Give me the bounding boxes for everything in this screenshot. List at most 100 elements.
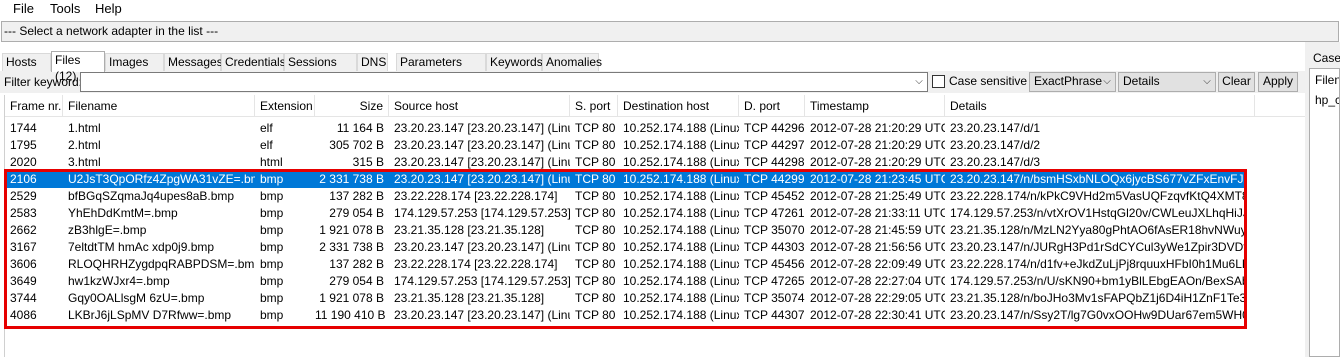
cell-source-host: 23.20.23.147 [23.20.23.147] (Linux) [394,121,570,135]
table-row[interactable]: 2662 zB3hlgE=.bmp bmp 1 921 078 B 23.21.35.1… [5,222,1245,239]
cell-timestamp: 2012-07-28 22:27:04 UTC [810,274,945,288]
case-panel: Case Filena hp_cl [1305,42,1340,357]
tab-keywords[interactable]: Keywords [486,53,543,72]
chevron-down-icon[interactable]: ⌵ [913,75,925,89]
table-row[interactable]: 3167 7eltdtTM hmAc xdp0j9.bmp bmp 2 331 738… [5,239,1245,256]
network-adapter-select[interactable]: --- Select a network adapter in the list… [1,21,1339,42]
menu-bar: File Tools Help [0,0,1340,20]
tab-parameters[interactable]: Parameters (123) [396,53,486,85]
cell-destination-port: TCP 45452 [744,189,805,203]
tab-files[interactable]: Files (12) [51,51,105,83]
chevron-down-icon: ⌵ [1203,76,1211,87]
cell-details: 23.20.23.147/d/3 [950,155,1041,169]
cell-extension: bmp [260,240,284,254]
cell-frame-nr: 3649 [10,274,37,288]
cell-filename: YhEhDdKmtM=.bmp [68,206,178,220]
cell-extension: bmp [260,291,284,305]
cell-extension: bmp [260,257,284,271]
cell-destination-port: TCP 44299 [744,172,805,186]
table-row[interactable]: 2583 YhEhDdKmtM=.bmp bmp 279 054 B 174.129.5… [5,205,1245,222]
table-row[interactable]: 2106 U2JsT3QpORfz4ZpgWA31vZE=.bmp bmp 2 331… [5,171,1245,188]
column-header-source-port[interactable]: S. port [570,95,618,117]
cell-frame-nr: 3167 [10,240,37,254]
cell-size: 11 164 B [336,121,384,135]
case-panel-title: Case [1313,51,1340,65]
case-list-item[interactable]: hp_cl [1315,93,1339,107]
cell-frame-nr: 1744 [10,121,37,135]
cell-details: 174.129.57.253/n/vtXrOV1HstqGl20v/CWLeuJ… [950,206,1245,220]
cell-source-port: TCP 80 [575,206,616,220]
tab-messages[interactable]: Messages [164,53,223,72]
field-select-value: Details [1123,74,1160,88]
column-header-filename[interactable]: Filename [63,95,255,117]
column-header-extension[interactable]: Extension [255,95,315,117]
table-header: Frame nr. Filename Extension Size Source hos… [5,95,1306,117]
case-sensitive-label: Case sensitive [949,74,1028,88]
table-row[interactable]: 1795 2.html elf 305 702 B 23.20.23.147 [23.2… [5,137,1245,154]
case-sensitive-checkbox[interactable] [932,75,945,88]
filter-toolbar: Filter keyword: ⌵ Case sensitive ExactPh… [0,71,1305,93]
chevron-down-icon: ⌵ [1103,76,1111,87]
cell-destination-port: TCP 44297 [744,138,805,152]
cell-details: 23.20.23.147/d/2 [950,138,1041,152]
table-row[interactable]: 2529 bfBGqSZqmaJq4upes8aB.bmp bmp 137 282 B… [5,188,1245,205]
menu-file[interactable]: File [6,0,41,20]
tab-credentials[interactable]: Credentials [221,53,286,72]
cell-destination-port: TCP 35070 [744,223,805,237]
cell-filename: Gqy0OALlsgM 6zU=.bmp [68,291,205,305]
field-select[interactable]: Details ⌵ [1118,72,1216,92]
cell-source-port: TCP 80 [575,308,616,322]
cell-extension: bmp [260,308,284,322]
cell-source-port: TCP 80 [575,257,616,271]
cell-size: 137 282 B [329,189,384,203]
column-header-timestamp[interactable]: Timestamp [805,95,945,117]
column-header-destination-port[interactable]: D. port [739,95,805,117]
column-header-details[interactable]: Details [945,95,1255,117]
cell-details: 23.22.228.174/n/d1fv+eJkdZuLjPj8rquuxHFb… [950,257,1245,271]
cell-filename: bfBGqSZqmaJq4upes8aB.bmp [68,189,235,203]
tab-hosts[interactable]: Hosts (5) [2,53,51,85]
cell-size: 305 702 B [329,138,384,152]
cell-frame-nr: 4086 [10,308,37,322]
cell-size: 11 190 410 B [315,308,386,322]
column-header-destination-host[interactable]: Destination host [618,95,739,117]
table-row[interactable]: 3649 hw1kzWJxr4=.bmp bmp 279 054 B 174.129.… [5,273,1245,290]
column-header-source-host[interactable]: Source host [389,95,570,117]
table-row[interactable]: 1744 1.html elf 11 164 B 23.20.23.147 [23.20… [5,120,1245,137]
cell-destination-host: 10.252.174.188 (Linux) [623,155,739,169]
cell-details: 23.20.23.147/n/JURgH3Pd1rSdCYCul3yWe1Zpi… [950,240,1245,254]
tab-dns[interactable]: DNS [357,53,388,72]
cell-filename: 7eltdtTM hmAc xdp0j9.bmp [68,240,215,254]
cell-details: 23.21.35.128/n/MzLN2Yya80gPhtAO6fAsER18h… [950,223,1245,237]
table-row[interactable]: 3744 Gqy0OALlsgM 6zU=.bmp bmp 1 921 078 B 23… [5,290,1245,307]
cell-timestamp: 2012-07-28 22:29:05 UTC [810,291,945,305]
tab-sessions[interactable]: Sessions (66) [284,53,357,85]
filter-keyword-input[interactable]: ⌵ [80,72,928,92]
column-header-size[interactable]: Size [315,95,389,117]
table-row[interactable]: 4086 LKBrJ6jLSpMV D7Rfww=.bmp bmp 11 190 41… [5,307,1245,324]
case-list-column-header[interactable]: Filena [1315,73,1339,87]
cell-timestamp: 2012-07-28 21:20:29 UTC [810,155,945,169]
clear-button[interactable]: Clear [1218,72,1255,92]
column-header-frame-nr[interactable]: Frame nr. [5,95,63,117]
cell-frame-nr: 2020 [10,155,37,169]
tab-images[interactable]: Images (9) [105,53,164,85]
tab-anomalies[interactable]: Anomalies [542,53,602,72]
cell-destination-host: 10.252.174.188 (Linux) [623,172,739,186]
cell-destination-host: 10.252.174.188 (Linux) [623,121,739,135]
cell-source-host: 174.129.57.253 [174.129.57.253] [394,274,570,288]
cell-source-port: TCP 80 [575,121,616,135]
table-row[interactable]: 2020 3.html html 315 B 23.20.23.147 [23.20.2… [5,154,1245,171]
cell-extension: bmp [260,206,284,220]
apply-button[interactable]: Apply [1258,72,1298,92]
cell-timestamp: 2012-07-28 21:33:11 UTC [810,206,945,220]
cell-frame-nr: 2662 [10,223,37,237]
table-row[interactable]: 3606 RLOQHRHZygdpqRABPDSM=.bmp bmp 137 282 … [5,256,1245,273]
case-file-list[interactable]: Filena hp_cl [1309,68,1340,357]
cell-timestamp: 2012-07-28 21:20:29 UTC [810,121,945,135]
menu-help[interactable]: Help [88,0,129,20]
menu-tools[interactable]: Tools [43,0,87,20]
match-mode-select[interactable]: ExactPhrase ⌵ [1029,72,1116,92]
match-mode-value: ExactPhrase [1034,74,1103,88]
cell-size: 1 921 078 B [319,291,384,305]
